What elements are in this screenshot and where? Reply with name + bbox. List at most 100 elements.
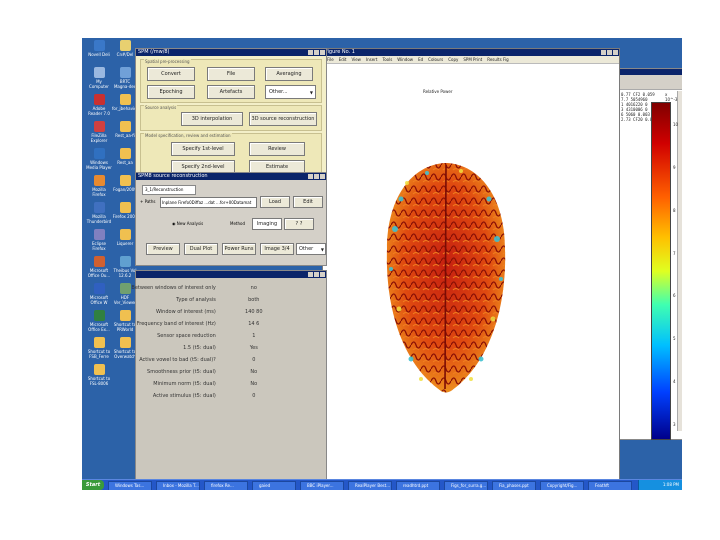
application-icon	[93, 94, 105, 105]
parameter-value[interactable]: Yes	[235, 345, 273, 351]
application-icon	[93, 67, 105, 78]
figure-menu-item[interactable]: Tools	[382, 57, 392, 62]
imaging-button[interactable]: Imaging	[252, 218, 282, 230]
parameter-value[interactable]: both	[235, 297, 273, 303]
desktop-icon[interactable]: Microsoft Office W	[86, 283, 112, 305]
plot-title: Relative Power	[423, 89, 453, 94]
figure-menu-item[interactable]: SPM Print	[463, 57, 482, 62]
figure-menu-item[interactable]: Copy	[448, 57, 458, 62]
figure-menu-item[interactable]: Window	[397, 57, 413, 62]
figure-menu-bar: File Edit View Insert Tools Window Ed Colours Co…	[323, 56, 619, 64]
review-button[interactable]: Review	[249, 142, 305, 156]
desktop-icon-label: Microsoft Office Ex...	[88, 322, 110, 332]
application-icon	[93, 229, 105, 240]
3d-interpolation-button[interactable]: 3D interpolation	[181, 112, 243, 126]
specify-1st-level-button[interactable]: Specify 1st-level	[171, 142, 235, 156]
taskbar-button[interactable]: Windows Tas...	[108, 481, 152, 490]
desktop-icon-label: My Computer	[89, 79, 109, 89]
recon-window-buttons[interactable]	[307, 174, 325, 182]
desktop-icon-label: Windows Media Player	[86, 160, 112, 170]
taskbar-button[interactable]: firefox Re...	[204, 481, 248, 490]
desktop-icon-label: Eclipse Firefox	[91, 241, 107, 251]
load-button[interactable]: Load	[260, 196, 290, 208]
parameter-value[interactable]: 1	[235, 333, 273, 339]
parameter-value[interactable]: 140 80	[235, 309, 273, 315]
epoching-button[interactable]: Epoching	[147, 85, 195, 99]
file-button[interactable]: File	[207, 67, 255, 81]
3d-source-reconstruction-button[interactable]: 3D source reconstruction	[249, 112, 317, 126]
desktop-icon[interactable]: Mozilla Firefox	[86, 175, 112, 197]
edit-button[interactable]: Edit	[293, 196, 323, 208]
application-icon	[119, 94, 131, 105]
desktop-icon[interactable]: Eclipse Firefox	[86, 229, 112, 251]
matlab-scrollbar[interactable]	[677, 91, 682, 431]
application-icon	[93, 337, 105, 348]
dual-plot-button[interactable]: Dual Plot	[184, 243, 218, 255]
parameter-value[interactable]: no	[235, 285, 273, 291]
recon-other-select[interactable]: Other ▼	[296, 243, 326, 255]
taskbar-button[interactable]: Feathft	[588, 481, 632, 490]
desktop-icon[interactable]: Adobe Reader 7.0	[86, 94, 112, 116]
taskbar-button[interactable]: Figs_for_surra.g...	[444, 481, 488, 490]
brain-surface-plot	[386, 163, 506, 393]
taskbar-button[interactable]: BBC iPlayer...	[300, 481, 344, 490]
parameter-value[interactable]: 0	[235, 357, 273, 363]
desktop-icon[interactable]: Shortcut to FSL-8006	[86, 364, 112, 386]
desktop-icon[interactable]: Shortcut to FSB_Ferre	[86, 337, 112, 359]
taskbar-button[interactable]: gaied	[252, 481, 296, 490]
spm-title: SPM (/mw/8)	[138, 49, 170, 55]
preview-button[interactable]: Preview	[146, 243, 180, 255]
convert-button[interactable]: Convert	[147, 67, 195, 81]
other-select[interactable]: Other... ▼	[265, 85, 316, 99]
desktop-icon-label: Microsoft Office W	[89, 295, 109, 305]
model-caption: Model specification, review and estimati…	[144, 133, 232, 138]
taskbar-button[interactable]: readhtrd.ppt	[396, 481, 440, 490]
desktop-icon-label: Mozilla Firefox	[92, 187, 106, 197]
desktop-icon[interactable]: Novell Deli	[86, 40, 112, 57]
taskbar-button[interactable]: Fia_phases.ppt	[492, 481, 536, 490]
desktop-icon[interactable]: Windows Media Player	[86, 148, 112, 170]
desktop-icon[interactable]: Mozilla Thunderbird	[86, 202, 112, 224]
other-select-value: Other...	[269, 89, 288, 95]
figure-window-buttons[interactable]	[600, 50, 618, 58]
matlab-toolbar	[618, 75, 682, 90]
application-icon	[93, 175, 105, 186]
desktop-icon[interactable]: My Computer	[86, 67, 112, 89]
new-analysis-radio[interactable]: ◉ New Analysis	[172, 221, 203, 226]
application-icon	[119, 40, 131, 51]
figure-menu-item[interactable]: Edit	[339, 57, 347, 62]
taskbar-button[interactable]: Copyright/Fig...	[540, 481, 584, 490]
params-window-buttons[interactable]	[307, 272, 325, 280]
desktop-icon[interactable]: Microsoft Office Ex...	[86, 310, 112, 332]
spm-window-buttons[interactable]	[307, 50, 325, 58]
figure-menu-item[interactable]: Results Fig	[487, 57, 508, 62]
source-caption: Source analysis	[144, 105, 178, 110]
parameter-value[interactable]: 0	[235, 393, 273, 399]
figure-menu-item[interactable]: File	[327, 57, 334, 62]
parameter-value[interactable]: No	[235, 369, 273, 375]
desktop-icon[interactable]: FileZilla Explorer	[86, 121, 112, 143]
path-input[interactable]: Inplane Firefo0Diffaz ...dat ...for+00Da…	[160, 197, 257, 208]
figure-menu-item[interactable]: Colours	[428, 57, 443, 62]
taskbar-button[interactable]: RealPlayer Best...	[348, 481, 392, 490]
figure-menu-item[interactable]: Insert	[366, 57, 377, 62]
image-button[interactable]: Image 3/4	[260, 243, 294, 255]
spm-title-bar: SPM (/mw/8)	[136, 49, 326, 56]
application-icon	[93, 283, 105, 294]
desktop-icon-label: Mozilla Thunderbird	[86, 214, 112, 224]
figure-menu-item[interactable]: Ed	[418, 57, 423, 62]
application-icon	[119, 256, 131, 267]
artefacts-button[interactable]: Artefacts	[207, 85, 255, 99]
parameter-value[interactable]: 14 6	[235, 321, 273, 327]
desktop-icon[interactable]: Microsoft Office Ou...	[86, 256, 112, 278]
parameter-value[interactable]: No	[235, 381, 273, 387]
power-runs-button[interactable]: Power Runs	[222, 243, 256, 255]
taskbar-button[interactable]: Inbox - Mozilla T...	[156, 481, 200, 490]
paths-label: + Paths	[140, 199, 156, 204]
preprocessing-group: Spatial pre-processing Convert File Aver…	[140, 59, 322, 103]
method-help-button[interactable]: ? ?	[284, 218, 314, 230]
averaging-button[interactable]: Averaging	[265, 67, 313, 81]
figure-menu-item[interactable]: View	[351, 57, 361, 62]
start-button[interactable]: Start	[82, 480, 104, 490]
colorbar-exponent: x 10^-3	[665, 92, 678, 102]
